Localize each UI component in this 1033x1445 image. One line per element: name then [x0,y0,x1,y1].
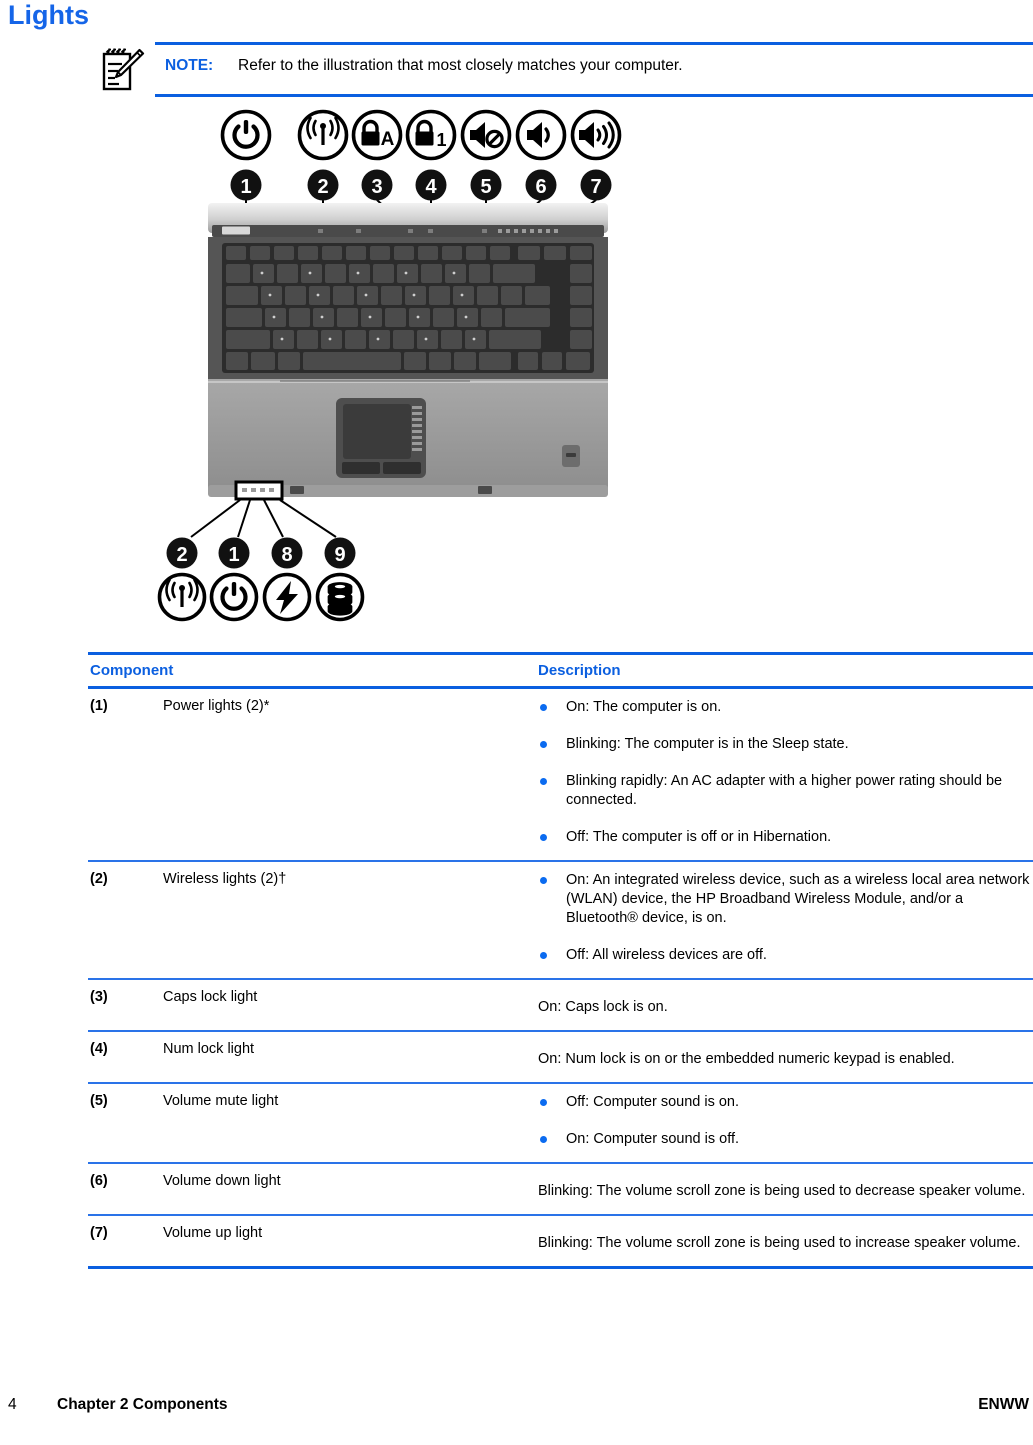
figure-callouts-top: 1 2 3 4 5 6 7 [230,169,612,201]
list-item: Off: All wireless devices are off. [538,946,1033,965]
row-description: On: Caps lock is on. [538,999,668,1015]
list-item-text: Blinking rapidly: An AC adapter with a h… [566,773,1003,808]
note-pencil-icon [101,45,145,93]
svg-text:2: 2 [317,176,328,198]
row-callout-number: (6) [90,1173,108,1189]
bullet-icon [540,952,547,959]
row-description: Blinking: The volume scroll zone is bein… [538,1183,1026,1199]
row-component-name: Power lights (2)* [163,698,270,714]
svg-text:1: 1 [240,176,251,198]
note-text: Refer to the illustration that most clos… [238,57,683,74]
svg-text:9: 9 [334,544,345,566]
row-callout-number: (4) [90,1041,108,1057]
list-item-text: Off: All wireless devices are off. [566,947,767,963]
row-callout-number: (3) [90,989,108,1005]
list-item: On: An integrated wireless device, such … [538,871,1033,928]
list-item-text: On: The computer is on. [566,699,722,715]
list-item-text: Off: The computer is off or in Hibernati… [566,829,832,845]
svg-text:3: 3 [371,176,382,198]
note-rule-top [155,42,1033,45]
row-callout-number: (5) [90,1093,108,1109]
figure-front-icons [157,572,365,622]
footer-page-number: 4 [8,1396,17,1413]
list-item: Blinking: The computer is in the Sleep s… [538,735,1033,754]
svg-text:1: 1 [228,544,239,566]
table-row: (6) Volume down light Blinking: The volu… [88,1164,1033,1214]
figure-top-icons [220,109,622,161]
table-row: (1) Power lights (2)* On: The computer i… [88,689,1033,860]
list-item: Off: The computer is off or in Hibernati… [538,828,1033,847]
bullet-icon [540,1099,547,1106]
svg-text:2: 2 [176,544,187,566]
row-description: On: The computer is on. Blinking: The co… [538,698,1033,847]
bullet-icon [540,704,547,711]
footer-chapter: Chapter 2 Components [57,1396,228,1413]
note-callout: NOTE: Refer to the illustration that mos… [88,40,1033,98]
bullet-icon [540,778,547,785]
column-header-component: Component [90,662,174,679]
row-description: Off: Computer sound is on. On: Computer … [538,1093,1033,1149]
list-item-text: Off: Computer sound is on. [566,1094,740,1110]
table-row: (5) Volume mute light Off: Computer soun… [88,1084,1033,1162]
list-item-text: On: Computer sound is off. [566,1131,740,1147]
row-component-name: Num lock light [163,1041,255,1057]
bullet-icon [540,1136,547,1143]
row-component-name: Volume mute light [163,1093,279,1109]
row-description: On: Num lock is on or the embedded numer… [538,1051,955,1067]
page-footer: 4 Chapter 2 Components ENWW [0,1396,1033,1424]
bullet-icon [540,741,547,748]
svg-text:5: 5 [480,176,491,198]
row-component-name: Wireless lights (2)† [163,871,287,887]
components-table: Component Description (1) Power lights (… [88,652,1033,1269]
table-header-row: Component Description [88,655,1033,686]
list-item: Off: Computer sound is on. [538,1093,1033,1112]
row-callout-number: (1) [90,698,108,714]
row-description: On: An integrated wireless device, such … [538,871,1033,965]
list-item-text: Blinking: The computer is in the Sleep s… [566,736,849,752]
note-label: NOTE: [165,57,214,74]
row-description: Blinking: The volume scroll zone is bein… [538,1235,1021,1251]
svg-text:4: 4 [425,176,437,198]
table-row: (4) Num lock light On: Num lock is on or… [88,1032,1033,1082]
row-component-name: Caps lock light [163,989,258,1005]
list-item: Blinking rapidly: An AC adapter with a h… [538,772,1033,810]
svg-text:6: 6 [535,176,546,198]
row-component-name: Volume down light [163,1173,281,1189]
list-item-text: On: An integrated wireless device, such … [566,872,1030,926]
note-rule-bottom [155,94,1033,97]
list-item: On: Computer sound is off. [538,1130,1033,1149]
bullet-icon [540,834,547,841]
table-bottom-rule [88,1266,1033,1269]
row-callout-number: (2) [90,871,108,887]
row-callout-number: (7) [90,1225,108,1241]
table-row: (7) Volume up light Blinking: The volume… [88,1216,1033,1266]
footer-locale: ENWW [978,1396,1029,1413]
column-header-description: Description [538,662,621,679]
laptop-photo [208,203,608,501]
list-item: On: The computer is on. [538,698,1033,717]
svg-text:8: 8 [281,544,292,566]
svg-text:7: 7 [590,176,601,198]
bullet-icon [540,877,547,884]
table-row: (3) Caps lock light On: Caps lock is on. [88,980,1033,1030]
figure-callouts-front: 2 1 8 9 [166,537,356,569]
row-component-name: Volume up light [163,1225,263,1241]
page-title: Lights [8,0,89,30]
laptop-lights-illustration: A 1 [150,105,650,625]
table-row: (2) Wireless lights (2)† On: An integrat… [88,862,1033,978]
